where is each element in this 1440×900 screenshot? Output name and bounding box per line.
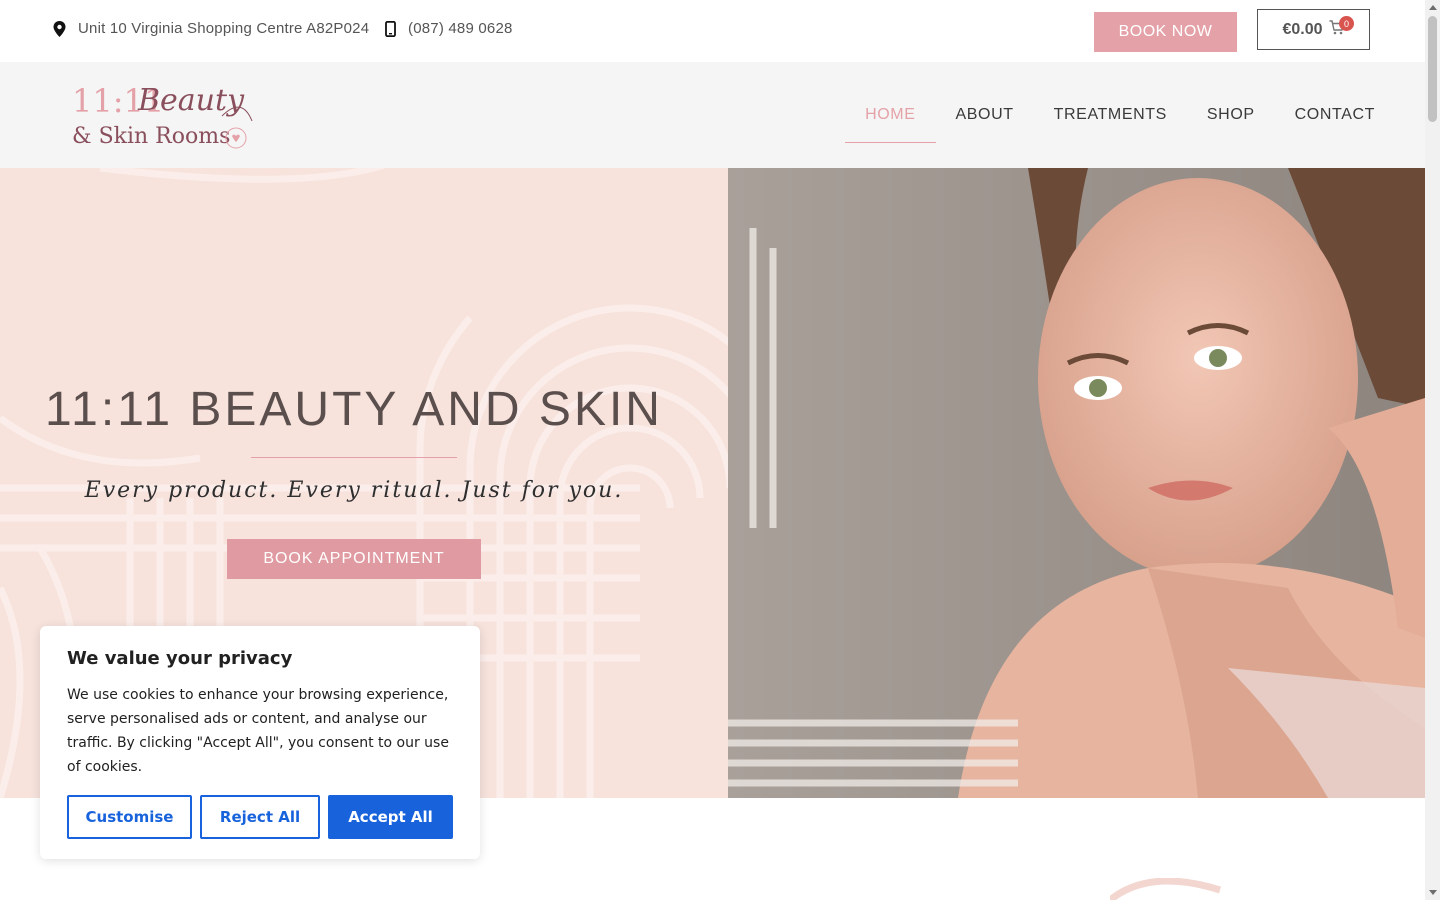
- cookie-title: We value your privacy: [67, 648, 293, 669]
- scroll-thumb[interactable]: [1428, 16, 1437, 122]
- customise-button[interactable]: Customise: [67, 795, 192, 839]
- address-text: Unit 10 Virginia Shopping Centre A82P024: [78, 20, 370, 37]
- cookie-consent-banner: We value your privacy We use cookies to …: [40, 626, 480, 859]
- phone-text[interactable]: (087) 489 0628: [408, 20, 513, 37]
- book-now-button[interactable]: BOOK NOW: [1094, 12, 1237, 52]
- scroll-down-arrow-icon[interactable]: [1429, 890, 1437, 895]
- hero-title: 11:11 BEAUTY AND SKIN: [45, 383, 663, 436]
- cart-count-badge: 0: [1339, 16, 1354, 31]
- svg-text:Beauty: Beauty: [137, 83, 245, 118]
- reject-all-button[interactable]: Reject All: [200, 795, 320, 839]
- site-logo[interactable]: 11:11 Beauty & Skin Rooms: [72, 76, 256, 156]
- nav-contact[interactable]: CONTACT: [1275, 91, 1395, 139]
- page-scrollbar[interactable]: [1425, 0, 1440, 900]
- top-bar: Unit 10 Virginia Shopping Centre A82P024…: [0, 0, 1425, 62]
- nav-shop[interactable]: SHOP: [1187, 91, 1275, 139]
- scroll-up-arrow-icon[interactable]: [1429, 5, 1437, 10]
- phone-info: (087) 489 0628: [385, 20, 513, 37]
- decorative-swirl: [1110, 878, 1222, 900]
- hero-divider: [251, 457, 457, 458]
- nav-about[interactable]: ABOUT: [936, 91, 1034, 139]
- cookie-body: We use cookies to enhance your browsing …: [67, 687, 449, 775]
- cookie-actions: Customise Reject All Accept All: [67, 795, 453, 839]
- nav-home[interactable]: HOME: [845, 91, 936, 143]
- svg-text:& Skin Rooms: & Skin Rooms: [72, 124, 230, 149]
- location-pin-icon: [53, 20, 66, 37]
- hero-model-photo: [728, 168, 1425, 798]
- cart-button[interactable]: €0.00 0: [1257, 9, 1370, 50]
- accept-all-button[interactable]: Accept All: [328, 795, 453, 839]
- cart-total: €0.00: [1282, 20, 1323, 38]
- address-info: Unit 10 Virginia Shopping Centre A82P024: [53, 20, 369, 37]
- hero-tagline: Every product. Every ritual. Just for yo…: [84, 478, 624, 503]
- main-nav: HOME ABOUT TREATMENTS SHOP CONTACT: [845, 62, 1395, 168]
- phone-icon: [385, 20, 396, 37]
- book-appointment-button[interactable]: BOOK APPOINTMENT: [227, 539, 481, 579]
- nav-treatments[interactable]: TREATMENTS: [1034, 91, 1187, 139]
- site-header: 11:11 Beauty & Skin Rooms HOME ABOUT TRE…: [0, 62, 1425, 168]
